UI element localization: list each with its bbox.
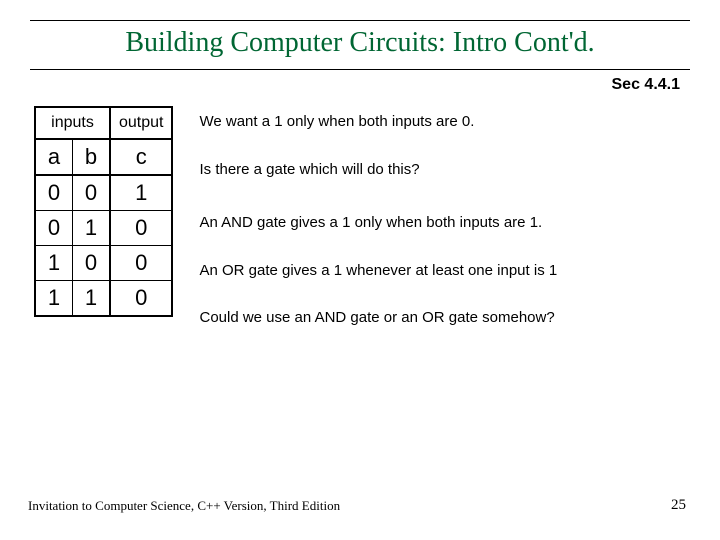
- content-row: inputs output a b c 0 0 1 0 1 0 1 0 0: [30, 106, 690, 362]
- cell: 0: [110, 281, 172, 317]
- col-header-b: b: [73, 139, 111, 175]
- table-row: 0 0 1: [35, 175, 172, 211]
- body-text: We want a 1 only when both inputs are 0.…: [199, 106, 557, 362]
- table-header-output: output: [110, 107, 172, 139]
- section-reference: Sec 4.4.1: [30, 76, 680, 94]
- paragraph: An AND gate gives a 1 only when both inp…: [199, 213, 557, 233]
- col-header-c: c: [110, 139, 172, 175]
- table-row: 1 0 0: [35, 246, 172, 281]
- page-number: 25: [671, 497, 686, 514]
- slide: Building Computer Circuits: Intro Cont'd…: [0, 0, 720, 540]
- title-container: Building Computer Circuits: Intro Cont'd…: [30, 20, 690, 70]
- paragraph: An OR gate gives a 1 whenever at least o…: [199, 261, 557, 281]
- paragraph: Is there a gate which will do this?: [199, 160, 557, 180]
- table-row: 1 1 0: [35, 281, 172, 317]
- table-header-inputs: inputs: [35, 107, 110, 139]
- cell: 1: [73, 211, 111, 246]
- cell: 1: [110, 175, 172, 211]
- truth-table: inputs output a b c 0 0 1 0 1 0 1 0 0: [34, 106, 173, 317]
- footer-citation: Invitation to Computer Science, C++ Vers…: [28, 498, 340, 514]
- cell: 0: [73, 175, 111, 211]
- page-title: Building Computer Circuits: Intro Cont'd…: [125, 27, 594, 58]
- cell: 1: [35, 281, 73, 317]
- cell: 0: [73, 246, 111, 281]
- paragraph: Could we use an AND gate or an OR gate s…: [199, 308, 557, 328]
- table-group-header-row: inputs output: [35, 107, 172, 139]
- cell: 0: [110, 211, 172, 246]
- col-header-a: a: [35, 139, 73, 175]
- cell: 1: [73, 281, 111, 317]
- table-row: 0 1 0: [35, 211, 172, 246]
- cell: 0: [35, 175, 73, 211]
- cell: 1: [35, 246, 73, 281]
- cell: 0: [110, 246, 172, 281]
- table-column-header-row: a b c: [35, 139, 172, 175]
- cell: 0: [35, 211, 73, 246]
- paragraph: We want a 1 only when both inputs are 0.: [199, 112, 557, 132]
